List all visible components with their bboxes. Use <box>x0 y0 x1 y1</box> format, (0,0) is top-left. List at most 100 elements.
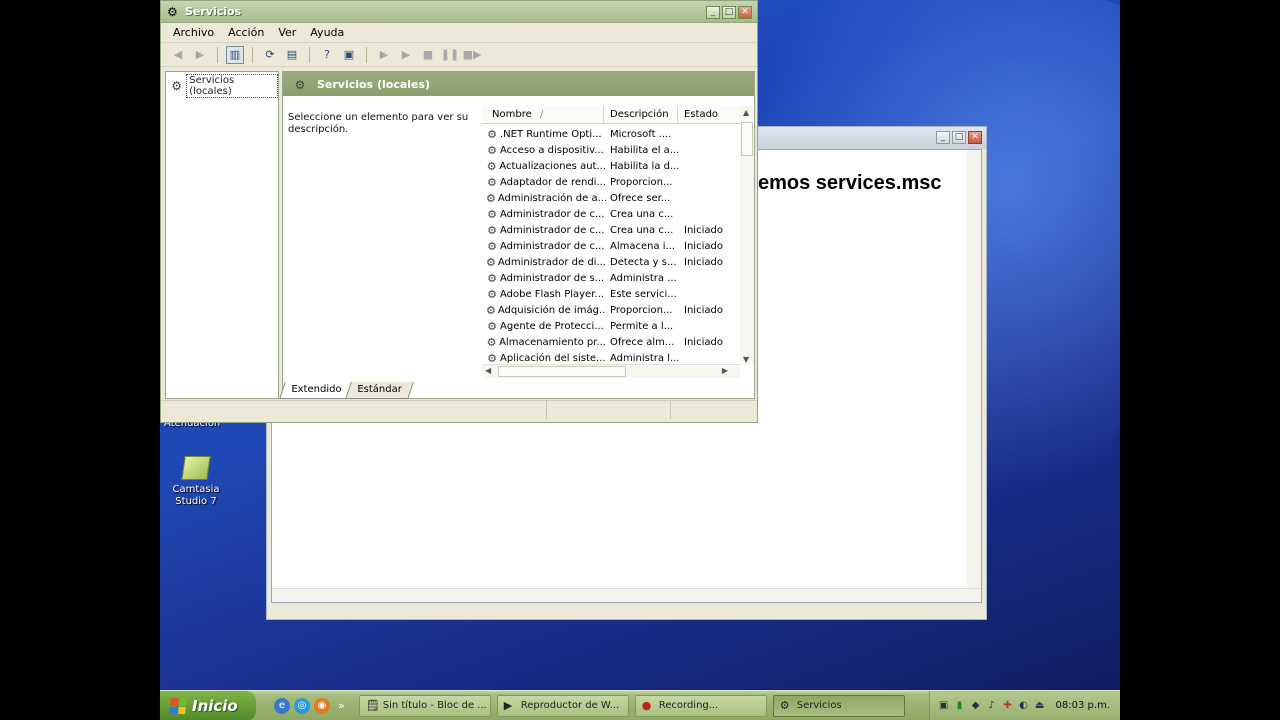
service-name-cell: ⚙ Adobe Flash Player... <box>487 287 604 301</box>
table-row[interactable]: ⚙ Agente de Protecci... Permite a l... <box>482 318 738 334</box>
desktop-icon-camtasia[interactable]: Camtasia Studio 7 <box>168 456 224 508</box>
signal-strength-icon[interactable]: ▮ <box>954 700 966 711</box>
toolbar: ◀ ▶ ▥ ⟳ ▤ ? ▣ ▶ ▶ ■ ❚❚ ■▶ <box>161 43 757 67</box>
maximize-button[interactable]: □ <box>722 6 736 19</box>
restart-service-icon[interactable]: ■▶ <box>463 46 482 64</box>
scroll-up-arrow-icon[interactable]: ▲ <box>743 108 749 117</box>
help-icon[interactable]: ? <box>318 46 336 64</box>
table-row[interactable]: ⚙ Adaptador de rendi... Proporcion... <box>482 174 738 190</box>
recording-icon: ● <box>641 699 652 712</box>
horizontal-scrollbar[interactable]: ◀ ▶ <box>482 364 740 378</box>
services-gear-icon: ⚙ <box>167 5 178 19</box>
show-hide-tree-icon[interactable]: ▥ <box>226 45 244 64</box>
task-recording[interactable]: ● Recording... <box>634 694 767 717</box>
menu-ver[interactable]: Ver <box>278 26 304 39</box>
antivirus-icon[interactable]: ✚ <box>1002 700 1014 711</box>
media-player-icon: ▶ <box>503 699 513 712</box>
tab-estandar[interactable]: Estándar <box>345 382 414 399</box>
menu-archivo[interactable]: Archivo <box>173 26 222 39</box>
service-gear-icon: ⚙ <box>486 255 496 269</box>
horizontal-scrollbar[interactable] <box>272 588 981 602</box>
minimize-button[interactable]: _ <box>706 6 720 19</box>
service-status-cell: Iniciado <box>684 240 723 252</box>
forward-arrow-icon[interactable]: ▶ <box>191 46 209 64</box>
service-gear-icon: ⚙ <box>486 335 497 349</box>
minimize-button[interactable]: _ <box>936 131 950 144</box>
vertical-scrollbar[interactable]: ▲ ▼ <box>740 106 754 364</box>
internet-explorer-icon[interactable]: e <box>274 697 290 714</box>
close-button[interactable]: ✕ <box>738 6 752 19</box>
console-tree[interactable]: ⚙ Servicios (locales) <box>165 71 279 399</box>
pane-title: Servicios (locales) <box>317 78 431 91</box>
properties-icon[interactable]: ▣ <box>340 46 358 64</box>
vertical-scrollbar[interactable] <box>967 150 981 588</box>
service-description-cell: Ofrece alm... <box>610 336 675 348</box>
column-header-description[interactable]: Descripción <box>604 106 678 123</box>
service-gear-icon: ⚙ <box>487 175 497 189</box>
table-row[interactable]: ⚙ Administrador de c... Almacena i... Inici… <box>482 238 738 254</box>
tree-item-services-local[interactable]: ⚙ Servicios (locales) <box>170 74 278 98</box>
table-row[interactable]: ⚙ Actualizaciones aut... Habilita la d... <box>482 158 738 174</box>
service-name-cell: ⚙ Administrador de c... <box>487 207 605 221</box>
stop-service-icon[interactable]: ■ <box>419 46 437 64</box>
start-service-icon[interactable]: ▶ <box>375 46 393 64</box>
pause-service-icon[interactable]: ❚❚ <box>441 46 459 64</box>
volume-icon[interactable]: ♪ <box>986 700 998 711</box>
details-pane: ⚙ Servicios (locales) Seleccione un elem… <box>282 71 755 399</box>
table-row[interactable]: ⚙ .NET Runtime Opti... Microsoft .... <box>482 126 738 142</box>
start-service-alt-icon[interactable]: ▶ <box>397 46 415 64</box>
table-row[interactable]: ⚙ Administrador de c... Crea una c... Inici… <box>482 222 738 238</box>
refresh-icon[interactable]: ⟳ <box>261 46 279 64</box>
table-row[interactable]: ⚙ Adobe Flash Player... Este servici... <box>482 286 738 302</box>
service-gear-icon: ⚙ <box>486 303 496 317</box>
menu-accion[interactable]: Acción <box>228 26 272 39</box>
table-row[interactable]: ⚙ Almacenamiento pr... Ofrece alm... Inicia… <box>482 334 738 350</box>
tree-item-label: Servicios (locales) <box>186 74 278 98</box>
clock[interactable]: 08:03 p.m. <box>1056 700 1110 711</box>
table-row[interactable]: ⚙ Administrador de c... Crea una c... <box>482 206 738 222</box>
list-body: ⚙ .NET Runtime Opti... Microsoft .... ⚙ Acce… <box>482 126 738 365</box>
services-list[interactable]: Nombre / Descripción Estado ⚙ .NET Runtim… <box>482 106 754 378</box>
scroll-thumb[interactable] <box>498 366 626 377</box>
start-button[interactable]: Inicio <box>160 690 256 720</box>
scroll-thumb[interactable] <box>741 122 753 156</box>
table-row[interactable]: ⚙ Adquisición de imág... Proporcion... Inic… <box>482 302 738 318</box>
service-name-cell: ⚙ Administrador de c... <box>487 239 605 253</box>
scroll-down-arrow-icon[interactable]: ▼ <box>743 355 749 364</box>
task-services[interactable]: ⚙ Servicios <box>772 694 905 717</box>
toolbar-separator <box>217 46 218 63</box>
browser-icon[interactable]: ◎ <box>294 697 310 714</box>
scroll-right-arrow-icon[interactable]: ▶ <box>722 366 728 375</box>
update-icon[interactable]: ◐ <box>1018 700 1030 711</box>
description-prompt: Seleccione un elemento para ver su descr… <box>288 112 469 135</box>
column-header-name[interactable]: Nombre / <box>482 106 604 123</box>
close-button[interactable]: ✕ <box>968 131 982 144</box>
quick-launch-chevron-icon[interactable]: » <box>338 699 345 712</box>
maximize-button[interactable]: □ <box>952 131 966 144</box>
desktop: Atenuación Camtasia Studio 7 _ □ ✕ emos … <box>160 0 1120 690</box>
desktop-icon-label-line1: Camtasia <box>172 484 220 495</box>
table-row[interactable]: ⚙ Aplicación del siste... Administra l... <box>482 350 738 365</box>
export-list-icon[interactable]: ▤ <box>283 46 301 64</box>
network-icon[interactable]: ▣ <box>938 700 950 711</box>
menu-ayuda[interactable]: Ayuda <box>310 26 352 39</box>
tab-extendido[interactable]: Extendido <box>279 382 354 399</box>
column-header-status[interactable]: Estado <box>678 106 738 123</box>
security-icon[interactable]: ◆ <box>970 700 982 711</box>
table-row[interactable]: ⚙ Acceso a dispositiv... Habilita el a... <box>482 142 738 158</box>
table-row[interactable]: ⚙ Administrador de di... Detecta y s... Ini… <box>482 254 738 270</box>
table-row[interactable]: ⚙ Administración de a... Ofrece ser... <box>482 190 738 206</box>
notepad-text: emos services.msc <box>758 172 942 194</box>
back-arrow-icon[interactable]: ◀ <box>169 46 187 64</box>
services-titlebar[interactable]: ⚙ Servicios _ □ ✕ <box>161 1 757 23</box>
safely-remove-icon[interactable]: ⏏ <box>1034 700 1046 711</box>
services-window[interactable]: ⚙ Servicios _ □ ✕ Archivo Acción Ver Ayu… <box>160 0 758 423</box>
service-gear-icon: ⚙ <box>487 351 497 365</box>
table-row[interactable]: ⚙ Administrador de s... Administra ... <box>482 270 738 286</box>
status-bar-pane <box>671 401 755 419</box>
task-notepad[interactable]: 🗒 Sin título - Bloc de ... <box>358 694 491 717</box>
scroll-left-arrow-icon[interactable]: ◀ <box>485 366 491 375</box>
service-name-cell: ⚙ Adaptador de rendi... <box>487 175 606 189</box>
firefox-icon[interactable]: ◉ <box>314 697 330 714</box>
task-media-player[interactable]: ▶ Reproductor de W... <box>496 694 629 717</box>
